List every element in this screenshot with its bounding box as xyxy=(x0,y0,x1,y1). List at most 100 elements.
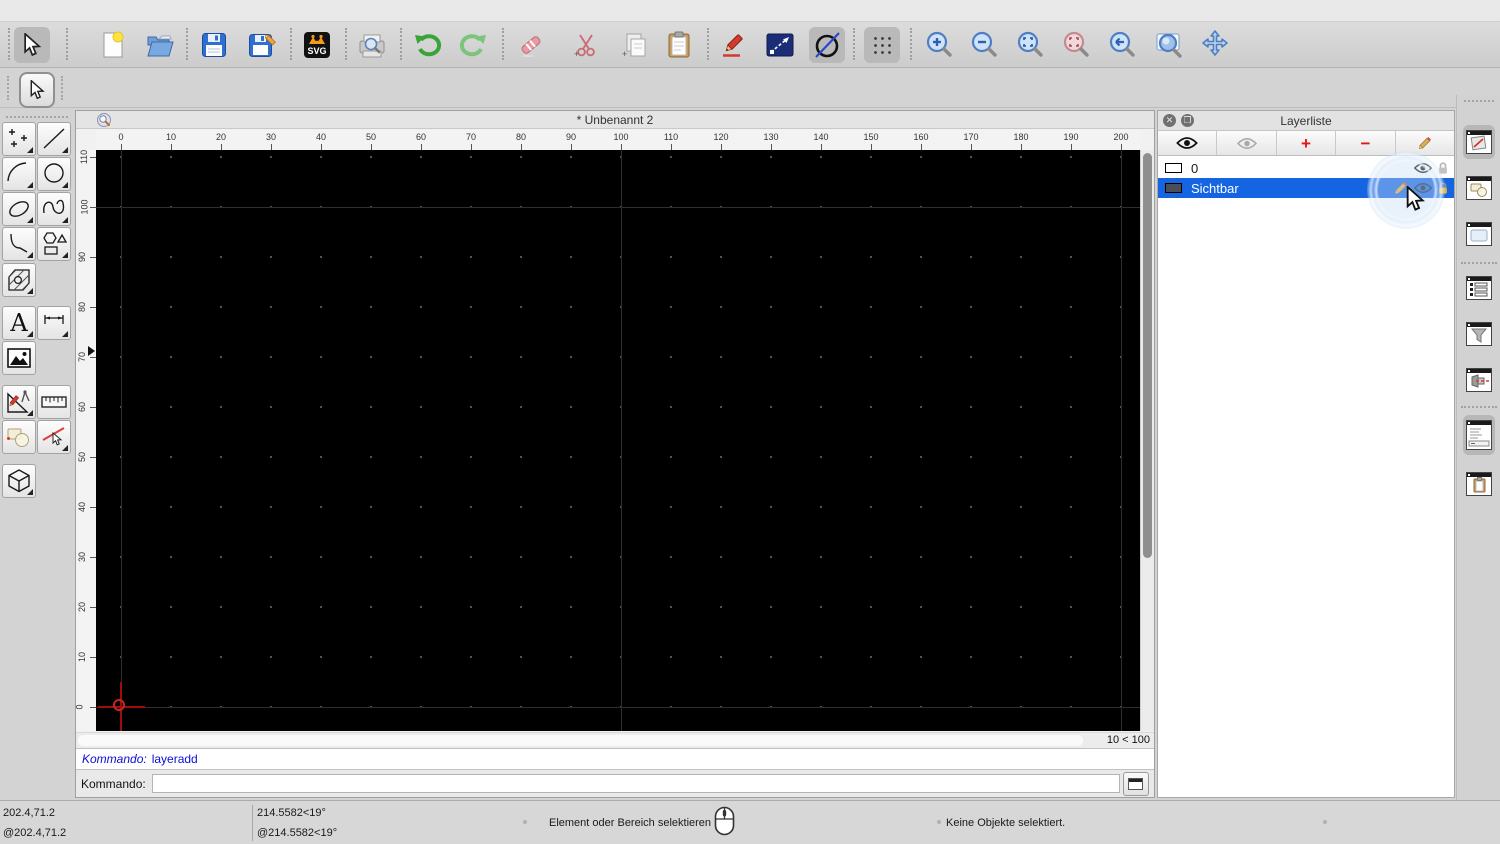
layer-visible-icon[interactable] xyxy=(1414,162,1432,174)
ruler-tick: 10 xyxy=(146,130,196,150)
undo-button[interactable] xyxy=(410,27,446,63)
polyline-tool-button[interactable] xyxy=(2,227,36,261)
add-layer-button[interactable]: + xyxy=(1277,131,1337,155)
hatch-tool-button[interactable] xyxy=(2,263,36,297)
selection-tool-button[interactable] xyxy=(19,72,55,108)
hide-all-layers-button[interactable] xyxy=(1217,131,1277,155)
cut-button[interactable]: + xyxy=(567,27,603,63)
layer-lock-icon[interactable] xyxy=(1437,181,1449,195)
new-document-button[interactable] xyxy=(95,27,131,63)
toolbar-handle[interactable] xyxy=(61,76,63,100)
spline-tool-button[interactable] xyxy=(37,192,71,226)
layer-color-swatch[interactable] xyxy=(1165,163,1182,173)
toolbar-separator xyxy=(345,28,347,60)
block-list-panel-icon xyxy=(1466,176,1492,200)
dock-command-line-button[interactable] xyxy=(1463,415,1495,455)
ruler-tick: 80 xyxy=(496,130,546,150)
vertical-scrollbar-thumb[interactable] xyxy=(1143,153,1152,558)
layer-list-panel-icon xyxy=(1466,130,1492,154)
modify-tool-button[interactable] xyxy=(2,385,36,419)
zoom-in-button[interactable] xyxy=(921,27,957,63)
toolbar-handle[interactable] xyxy=(8,28,10,60)
toolbar-handle[interactable] xyxy=(7,76,9,100)
dock-library-browser-button[interactable] xyxy=(1463,217,1495,251)
toolbar-separator xyxy=(186,28,188,60)
draw-pencil-button[interactable] xyxy=(716,27,752,63)
open-file-button[interactable] xyxy=(142,27,178,63)
horizontal-scrollbar[interactable]: 10 < 100 xyxy=(76,732,1154,748)
pencil-icon xyxy=(1419,136,1432,149)
eraser-icon xyxy=(521,36,541,57)
detach-command-button[interactable] xyxy=(1122,771,1149,796)
shapes-tool-button[interactable] xyxy=(37,227,71,261)
ruler-tick: 30 xyxy=(76,532,96,582)
edit-layer-button[interactable] xyxy=(1396,131,1454,155)
dock-layer-list-button[interactable] xyxy=(1463,125,1495,159)
text-icon: A xyxy=(9,310,28,336)
image-tool-button[interactable] xyxy=(2,341,36,375)
layer-lock-icon[interactable] xyxy=(1437,161,1449,175)
dock-selection-filter-button[interactable] xyxy=(1463,317,1495,351)
redo-button[interactable] xyxy=(455,27,491,63)
vertical-scrollbar[interactable] xyxy=(1140,150,1154,731)
palette-handle[interactable] xyxy=(6,116,68,118)
pan-button[interactable] xyxy=(1197,27,1233,63)
save-button[interactable] xyxy=(196,27,232,63)
ellipse-tool-button[interactable] xyxy=(2,192,36,226)
solid-3d-tool-button[interactable] xyxy=(2,464,36,498)
circle-tool-button[interactable] xyxy=(37,157,71,191)
command-input[interactable] xyxy=(151,774,1120,793)
remove-layer-button[interactable]: − xyxy=(1336,131,1396,155)
points-icon xyxy=(9,129,27,147)
arc-tool-button[interactable] xyxy=(2,157,36,191)
layer-panel-title: Layerliste xyxy=(1280,113,1332,128)
layer-row[interactable]: 0 xyxy=(1158,158,1454,178)
eye-disabled-icon xyxy=(1236,137,1257,149)
dock-handle[interactable] xyxy=(1464,100,1494,102)
zoom-back-button[interactable] xyxy=(1104,27,1140,63)
circle-slash-button[interactable] xyxy=(809,27,845,63)
zoom-previous-button[interactable] xyxy=(1058,27,1094,63)
selection-arrow-button[interactable] xyxy=(14,27,50,63)
show-all-layers-button[interactable] xyxy=(1158,131,1218,155)
dimension-tool-button[interactable] xyxy=(37,306,71,340)
line-tool-button[interactable] xyxy=(37,122,71,156)
erase-button[interactable] xyxy=(513,27,549,63)
points-tool-button[interactable] xyxy=(2,122,36,156)
horizontal-scrollbar-thumb[interactable] xyxy=(78,735,1083,746)
paste-button[interactable] xyxy=(661,27,697,63)
svg-text:A: A xyxy=(9,310,28,336)
svg-export-button[interactable]: SVG xyxy=(299,27,335,63)
blocks-tool-button[interactable] xyxy=(2,420,36,454)
line-tool-button[interactable] xyxy=(762,27,798,63)
drawing-canvas[interactable] xyxy=(96,150,1140,731)
zoom-out-button[interactable] xyxy=(966,27,1002,63)
ruler-tick: 40 xyxy=(296,130,346,150)
zoom-auto-button[interactable] xyxy=(1012,27,1048,63)
ruler-tick: 130 xyxy=(746,130,796,150)
dock-property-list-button[interactable] xyxy=(1463,271,1495,305)
dimension-options-panel-icon xyxy=(1466,368,1492,392)
document-titlebar[interactable]: * Unbenannt 2 xyxy=(76,111,1154,129)
save-floppy-icon xyxy=(202,33,226,57)
zoom-window-button[interactable] xyxy=(1151,27,1187,63)
layer-panel: Layerliste ✕ ❐ + − 0 Sichtbar xyxy=(1157,110,1455,798)
ruler-tick: 190 xyxy=(1046,130,1096,150)
select-entity-tool-button[interactable] xyxy=(37,420,71,454)
plus-icon: + xyxy=(1301,133,1311,153)
ruler-tick: 100 xyxy=(76,182,96,232)
circle-icon xyxy=(44,163,64,183)
ruler-tick: 30 xyxy=(246,130,296,150)
save-as-button[interactable] xyxy=(244,27,280,63)
zoom-back-icon xyxy=(1109,31,1135,57)
dock-block-list-button[interactable] xyxy=(1463,171,1495,205)
dock-clipboard-button[interactable] xyxy=(1463,467,1495,501)
layer-color-swatch[interactable] xyxy=(1165,183,1182,193)
grid-toggle-button[interactable] xyxy=(864,27,900,63)
print-preview-button[interactable] xyxy=(354,27,390,63)
measure-tool-button[interactable] xyxy=(37,385,71,419)
dock-dimension-options-button[interactable] xyxy=(1463,363,1495,397)
text-tool-button[interactable]: A xyxy=(2,306,36,340)
copy-button[interactable]: + xyxy=(616,27,652,63)
eye-icon xyxy=(1176,137,1199,149)
